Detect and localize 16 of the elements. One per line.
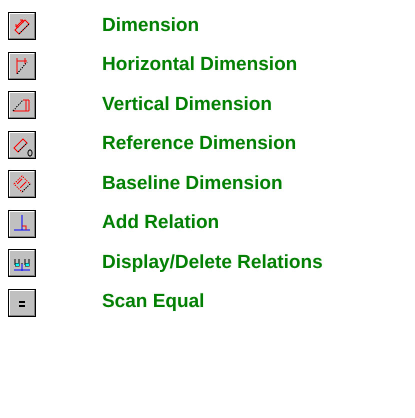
- help-link[interactable]: Horizontal Dimension: [102, 51, 298, 80]
- help-link[interactable]: Display/Delete Relations: [102, 248, 323, 278]
- glasses-icon: [8, 249, 36, 277]
- baseline-dimension-icon: [8, 170, 36, 198]
- help-link[interactable]: Add Relation: [102, 209, 220, 238]
- help-link[interactable]: Reference Dimension: [102, 130, 296, 159]
- help-link[interactable]: Baseline Dimension: [102, 170, 283, 198]
- help-link[interactable]: Vertical Dimension: [102, 90, 272, 120]
- help-link[interactable]: Dimension: [102, 12, 200, 40]
- reference-dimension-icon: [8, 130, 36, 158]
- help-link[interactable]: Scan Equal: [102, 288, 204, 317]
- equal-sign-icon: [8, 288, 36, 316]
- dimension-icon: [8, 12, 36, 40]
- vertical-dimension-icon: [8, 91, 36, 119]
- horizontal-dimension-icon: [8, 52, 36, 80]
- perpendicular-icon: [8, 210, 36, 238]
